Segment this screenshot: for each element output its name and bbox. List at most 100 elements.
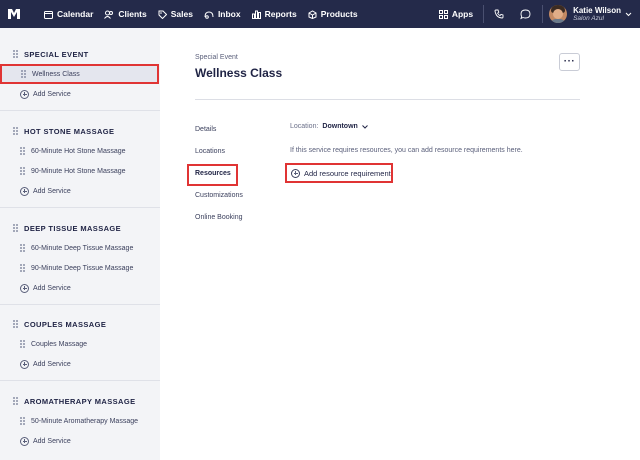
service-item[interactable]: Couples Massage xyxy=(0,334,160,354)
group-divider xyxy=(0,304,160,305)
nav-products-label: Products xyxy=(320,9,358,19)
location-selector[interactable]: Location: Downtown xyxy=(290,123,369,130)
group-header[interactable]: SPECIAL EVENT xyxy=(0,44,160,64)
service-group-couples: COUPLES MASSAGE Couples Massage Add Serv… xyxy=(0,314,160,374)
more-options-button[interactable]: ··· xyxy=(559,53,580,71)
nav-inbox[interactable]: Inbox xyxy=(204,0,241,28)
nav-apps[interactable]: Apps xyxy=(438,0,474,28)
products-icon xyxy=(308,9,317,19)
breadcrumb: Special Event xyxy=(195,54,238,61)
service-label: Couples Massage xyxy=(31,340,88,348)
service-item-wellness-class[interactable]: Wellness Class xyxy=(0,64,159,84)
add-service-label: Add Service xyxy=(33,360,71,368)
add-service-button[interactable]: Add Service xyxy=(0,181,160,201)
tab-online-booking[interactable]: Online Booking xyxy=(195,214,242,221)
apps-grid-icon xyxy=(438,9,448,19)
add-service-button[interactable]: Add Service xyxy=(0,278,160,298)
service-item[interactable]: 50-Minute Aromatherapy Massage xyxy=(0,411,160,431)
add-service-label: Add Service xyxy=(33,284,71,292)
location-dropdown[interactable]: Downtown xyxy=(322,123,368,130)
drag-handle-icon[interactable] xyxy=(20,167,25,175)
drag-handle-icon[interactable] xyxy=(20,244,25,252)
add-resource-requirement-button[interactable]: Add resource requirement xyxy=(285,163,393,183)
drag-handle-icon[interactable] xyxy=(13,397,18,405)
user-org: Salon Azul xyxy=(573,14,604,22)
service-label: Wellness Class xyxy=(32,70,80,78)
user-menu[interactable]: Katie Wilson Salon Azul xyxy=(543,0,640,28)
nav-sales-label: Sales xyxy=(170,9,193,19)
calendar-icon xyxy=(44,10,53,19)
group-header[interactable]: AROMATHERAPY MASSAGE xyxy=(0,391,160,411)
plus-circle-icon xyxy=(20,89,29,99)
drag-handle-icon[interactable] xyxy=(20,264,25,272)
service-label: 50-Minute Aromatherapy Massage xyxy=(31,417,138,425)
clients-icon xyxy=(104,10,114,19)
nav-sales[interactable]: Sales xyxy=(158,0,193,28)
service-item[interactable]: 60-Minute Deep Tissue Massage xyxy=(0,238,160,258)
service-group-deep-tissue: DEEP TISSUE MASSAGE 60-Minute Deep Tissu… xyxy=(0,218,160,298)
service-item[interactable]: 60-Minute Hot Stone Massage xyxy=(0,141,160,161)
add-service-button[interactable]: Add Service xyxy=(0,354,160,374)
plus-circle-icon xyxy=(20,186,29,196)
tab-details[interactable]: Details xyxy=(195,126,216,133)
ellipsis-icon: ··· xyxy=(563,56,576,67)
nav-inbox-label: Inbox xyxy=(217,9,241,19)
add-service-button[interactable]: Add Service xyxy=(0,431,160,451)
chat-bubble-icon xyxy=(519,9,531,19)
tab-locations[interactable]: Locations xyxy=(195,148,225,155)
tag-icon xyxy=(158,10,167,19)
resources-hint: If this service requires resources, you … xyxy=(290,147,523,154)
nav-products[interactable]: Products xyxy=(308,0,358,28)
drag-handle-icon[interactable] xyxy=(20,417,25,425)
group-title: COUPLES MASSAGE xyxy=(24,319,107,329)
drag-handle-icon[interactable] xyxy=(20,340,25,348)
active-tab-highlight xyxy=(187,164,238,186)
drag-handle-icon[interactable] xyxy=(20,147,25,155)
group-divider xyxy=(0,110,160,111)
add-service-label: Add Service xyxy=(33,437,71,445)
service-group-special-event: SPECIAL EVENT Wellness Class Add Service xyxy=(0,44,160,104)
add-service-button[interactable]: Add Service xyxy=(0,84,160,104)
nav-calendar-label: Calendar xyxy=(57,9,94,19)
page-title: Wellness Class xyxy=(195,66,283,80)
drag-handle-icon[interactable] xyxy=(13,224,18,232)
tab-customizations[interactable]: Customizations xyxy=(195,192,243,199)
nav-clients-label: Clients xyxy=(118,9,147,19)
plus-circle-icon xyxy=(20,436,29,446)
group-divider xyxy=(0,380,160,381)
drag-handle-icon[interactable] xyxy=(13,127,18,135)
drag-handle-icon[interactable] xyxy=(21,70,26,78)
user-name: Katie Wilson xyxy=(573,5,621,15)
add-service-label: Add Service xyxy=(33,90,71,98)
logo-icon[interactable] xyxy=(0,0,28,28)
top-nav: Calendar Clients Sales Inbox Reports Pro… xyxy=(0,0,640,28)
nav-calendar[interactable]: Calendar xyxy=(44,0,93,28)
add-resource-requirement-label: Add resource requirement xyxy=(304,168,391,178)
service-label: 60-Minute Hot Stone Massage xyxy=(31,147,126,155)
service-sidebar: SPECIAL EVENT Wellness Class Add Service… xyxy=(0,28,160,460)
chevron-down-icon xyxy=(625,12,632,16)
service-item[interactable]: 90-Minute Hot Stone Massage xyxy=(0,161,160,181)
nav-apps-label: Apps xyxy=(451,9,474,19)
avatar xyxy=(549,5,568,23)
group-title: DEEP TISSUE MASSAGE xyxy=(24,223,122,233)
service-group-aromatherapy: AROMATHERAPY MASSAGE 50-Minute Aromather… xyxy=(0,391,160,451)
plus-circle-icon xyxy=(291,168,300,178)
add-service-label: Add Service xyxy=(33,187,71,195)
group-title: SPECIAL EVENT xyxy=(24,49,89,59)
phone-button[interactable] xyxy=(486,0,512,28)
group-header[interactable]: DEEP TISSUE MASSAGE xyxy=(0,218,160,238)
group-title: AROMATHERAPY MASSAGE xyxy=(24,396,136,406)
chat-button[interactable] xyxy=(512,0,538,28)
drag-handle-icon[interactable] xyxy=(13,50,18,58)
nav-reports[interactable]: Reports xyxy=(251,0,297,28)
group-divider xyxy=(0,207,160,208)
service-item[interactable]: 90-Minute Deep Tissue Massage xyxy=(0,258,160,278)
drag-handle-icon[interactable] xyxy=(13,320,18,328)
nav-clients[interactable]: Clients xyxy=(104,0,147,28)
group-header[interactable]: COUPLES MASSAGE xyxy=(0,314,160,334)
service-group-hot-stone: HOT STONE MASSAGE 60-Minute Hot Stone Ma… xyxy=(0,121,160,201)
header-divider xyxy=(195,99,580,100)
group-header[interactable]: HOT STONE MASSAGE xyxy=(0,121,160,141)
plus-circle-icon xyxy=(20,283,29,293)
